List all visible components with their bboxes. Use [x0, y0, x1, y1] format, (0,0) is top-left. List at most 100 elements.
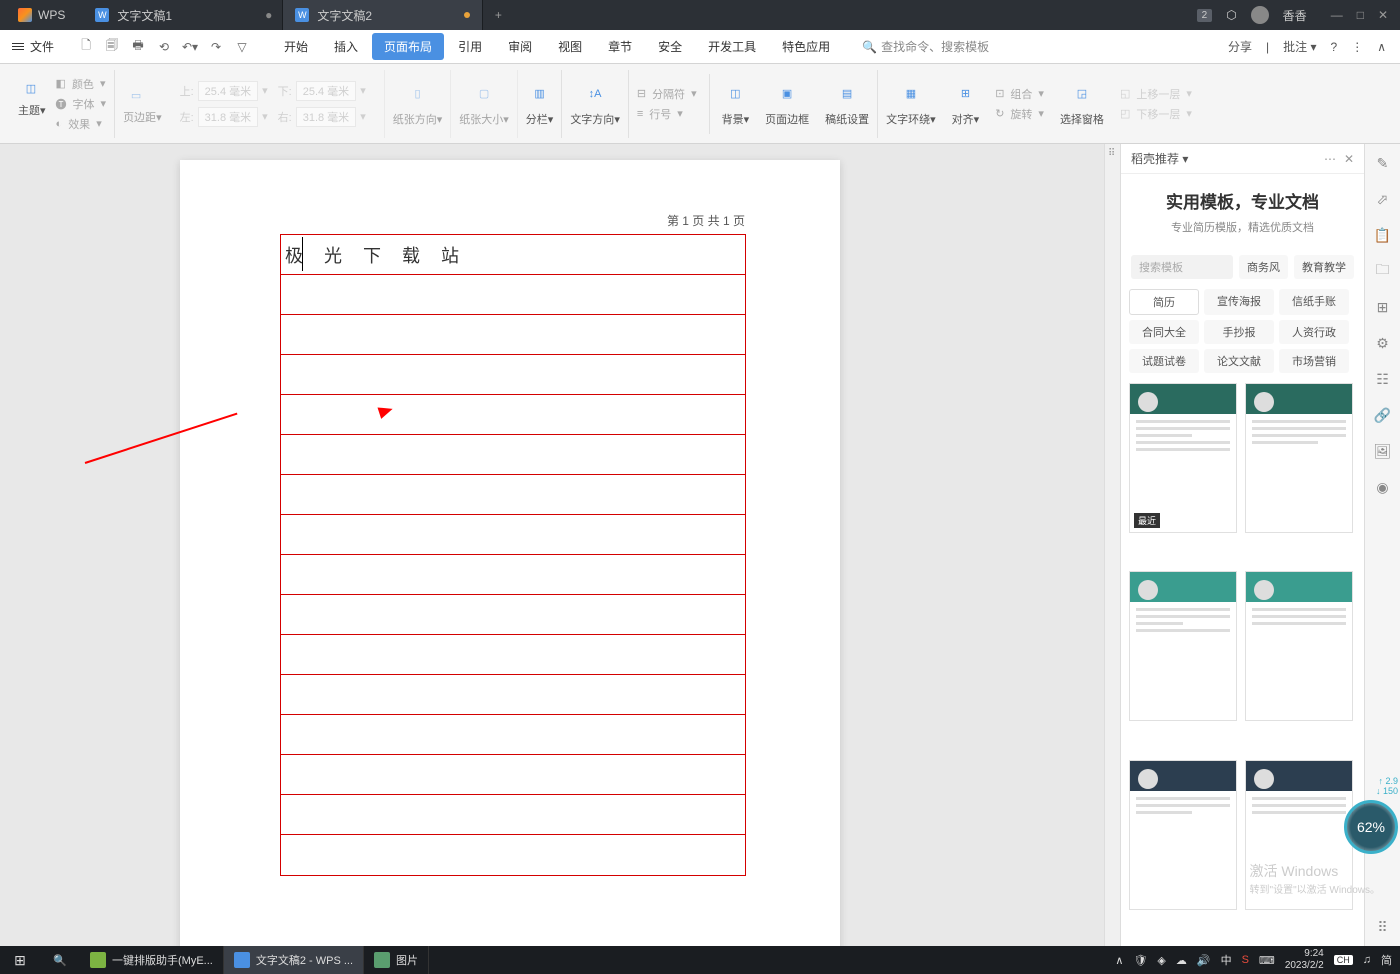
folder-icon[interactable]: 🗀	[1374, 262, 1392, 280]
text-line[interactable]	[281, 475, 745, 515]
breaks-button[interactable]: ⊟ 分隔符▾	[637, 86, 697, 102]
columns-group[interactable]: ▥ 分栏▾	[518, 70, 563, 138]
textdir-group[interactable]: ↕A 文字方向▾	[562, 70, 629, 138]
clock[interactable]: 9:24 2023/2/2	[1285, 948, 1324, 972]
taskbar-item[interactable]: 图片	[364, 946, 429, 974]
share-button[interactable]: 分享	[1228, 38, 1252, 55]
cat-exam[interactable]: 试题试卷	[1129, 349, 1199, 373]
notification-badge[interactable]: 2	[1197, 9, 1213, 22]
collapse-ribbon-icon[interactable]: ∧	[1377, 40, 1386, 54]
tab-devtools[interactable]: 开发工具	[696, 33, 768, 60]
template-item[interactable]	[1129, 760, 1237, 910]
margin-left-input[interactable]: 31.8 毫米	[198, 107, 258, 127]
text-line[interactable]	[281, 515, 745, 555]
template-item[interactable]	[1245, 760, 1353, 910]
help-icon[interactable]: ?	[1331, 40, 1338, 54]
file-menu[interactable]: 文件	[0, 38, 66, 55]
template-search-input[interactable]: 搜索模板	[1131, 255, 1233, 279]
document-tab-1[interactable]: W 文字文稿1 ●	[83, 0, 283, 30]
cat-letter[interactable]: 信纸手账	[1279, 289, 1349, 315]
ime-jian[interactable]: 简	[1381, 952, 1392, 968]
tab-special[interactable]: 特色应用	[770, 33, 842, 60]
margin-right-input[interactable]: 31.8 毫米	[296, 107, 356, 127]
settings-icon[interactable]: ⚙	[1374, 334, 1392, 352]
cat-contract[interactable]: 合同大全	[1129, 320, 1199, 344]
annotate-button[interactable]: 批注 ▾	[1283, 38, 1316, 55]
text-line[interactable]	[281, 595, 745, 635]
margin-bottom-input[interactable]: 25.4 毫米	[296, 81, 356, 101]
close-button[interactable]: ✕	[1378, 8, 1388, 22]
text-line[interactable]	[281, 635, 745, 675]
text-line[interactable]	[281, 835, 745, 875]
maximize-button[interactable]: □	[1357, 8, 1364, 22]
margins-label[interactable]: 页边距▾	[123, 109, 162, 125]
theme-icon[interactable]: ◫	[18, 76, 44, 102]
tray-cloud-icon[interactable]: ☁	[1176, 954, 1187, 967]
cat-poster[interactable]: 宣传海报	[1204, 289, 1274, 315]
text-line[interactable]	[281, 715, 745, 755]
tray-cube-icon[interactable]: ◈	[1157, 954, 1165, 967]
text-line[interactable]	[281, 555, 745, 595]
template-item[interactable]: 最近	[1129, 383, 1237, 533]
tab-security[interactable]: 安全	[646, 33, 694, 60]
link-icon[interactable]: 🔗	[1374, 406, 1392, 424]
table-icon[interactable]: ⊞	[1374, 298, 1392, 316]
align-group[interactable]: ⊞ 对齐▾	[944, 70, 988, 138]
text-line[interactable]	[281, 755, 745, 795]
move-up-button[interactable]: ◱ 上移一层▾	[1120, 86, 1192, 102]
template-item[interactable]	[1245, 571, 1353, 721]
cat-resume[interactable]: 简历	[1129, 289, 1199, 315]
template-item[interactable]	[1129, 571, 1237, 721]
margins-icon[interactable]: ▭	[123, 83, 149, 109]
tab-pagelayout[interactable]: 页面布局	[372, 33, 444, 60]
tab-view[interactable]: 视图	[546, 33, 594, 60]
language-indicator[interactable]: CH	[1334, 955, 1353, 965]
papersize-group[interactable]: ▢ 纸张大小▾	[451, 70, 518, 138]
cat-marketing[interactable]: 市场营销	[1279, 349, 1349, 373]
lined-paper[interactable]: 极 光 下 载 站	[280, 234, 746, 876]
group-button[interactable]: ⊡ 组合▾	[995, 86, 1044, 102]
redo-icon[interactable]: ↷	[208, 39, 224, 55]
ime-indicator[interactable]: 中	[1221, 952, 1232, 968]
cat-handwritten[interactable]: 手抄报	[1204, 320, 1274, 344]
text-line[interactable]	[281, 435, 745, 475]
username[interactable]: 香香	[1283, 7, 1307, 24]
text-line[interactable]	[281, 675, 745, 715]
tab-start[interactable]: 开始	[272, 33, 320, 60]
save-icon[interactable]: 🗋	[78, 39, 94, 55]
add-tab-button[interactable]: +	[483, 8, 513, 22]
effect-button[interactable]: ◐ 效果▾	[56, 116, 107, 132]
document-tab-2[interactable]: W 文字文稿2	[283, 0, 483, 30]
margin-top-input[interactable]: 25.4 毫米	[198, 81, 258, 101]
tab-references[interactable]: 引用	[446, 33, 494, 60]
edit-icon[interactable]: ✎	[1374, 154, 1392, 172]
letterhead-group[interactable]: ▤ 稿纸设置	[817, 70, 878, 138]
start-button[interactable]: ⊞	[0, 952, 40, 969]
panel-title[interactable]: 稻壳推荐 ▾	[1131, 150, 1188, 167]
print-icon[interactable]: 🖶	[130, 39, 146, 55]
print-preview-icon[interactable]: 🗐	[104, 39, 120, 55]
document-canvas[interactable]: 第 1 页 共 1 页 极 光 下 载 站	[0, 144, 1104, 946]
image-icon[interactable]: 🖼	[1374, 442, 1392, 460]
ime-mode-icon[interactable]: ♫	[1363, 954, 1371, 966]
wps-logo[interactable]: WPS	[0, 8, 83, 22]
drag-handle-icon[interactable]: ⠿	[1108, 148, 1115, 159]
tab-close-icon[interactable]: ●	[265, 8, 272, 22]
tray-sogou-icon[interactable]: S	[1242, 954, 1249, 966]
more-icon[interactable]: ⋮	[1351, 40, 1363, 54]
tab-insert[interactable]: 插入	[322, 33, 370, 60]
performance-gauge[interactable]: 62%	[1344, 800, 1398, 854]
text-line[interactable]	[281, 395, 745, 435]
refresh-icon[interactable]: ⟲	[156, 39, 172, 55]
font-button[interactable]: 🅣 字体▾	[56, 96, 107, 112]
dropdown-icon[interactable]: ▽	[234, 39, 250, 55]
undo-icon[interactable]: ↶▾	[182, 39, 198, 55]
tab-chapter[interactable]: 章节	[596, 33, 644, 60]
text-line[interactable]	[281, 795, 745, 835]
cat-thesis[interactable]: 论文文献	[1204, 349, 1274, 373]
move-down-button[interactable]: ◰ 下移一层▾	[1120, 106, 1192, 122]
search-taskbar-icon[interactable]: 🔍	[40, 954, 80, 967]
command-search[interactable]: 🔍 查找命令、搜索模板	[862, 38, 989, 55]
linenum-button[interactable]: ≡ 行号▾	[637, 106, 683, 122]
panel-menu-icon[interactable]: ⋯	[1324, 152, 1336, 166]
